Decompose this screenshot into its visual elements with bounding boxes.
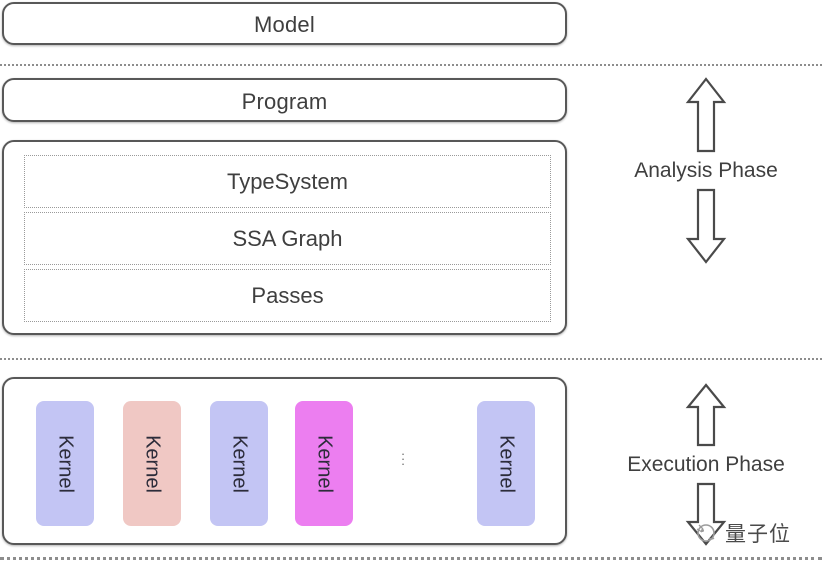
execution-up-arrow-wrap [590, 382, 822, 448]
kernel-label-2: Kernel [141, 434, 164, 493]
kernel-label-3: Kernel [228, 434, 251, 493]
ssa-graph-component-label: SSA Graph [232, 226, 343, 251]
kernel-box-3: Kernel [210, 401, 268, 526]
program-layer-box: Program [2, 78, 567, 122]
analysis-phase-label: Analysis Phase [634, 159, 778, 182]
execution-container-box: Kernel Kernel Kernel Kernel · · · Kernel [2, 377, 567, 545]
analysis-phase-group: Analysis Phase [590, 76, 822, 265]
typesystem-component-box: TypeSystem [24, 155, 551, 208]
ssa-graph-component-box: SSA Graph [24, 212, 551, 265]
kernel-box-5: Kernel [477, 401, 535, 526]
kernel-box-4: Kernel [295, 401, 353, 526]
kernel-label-5: Kernel [495, 434, 518, 493]
kernel-label-4: Kernel [313, 434, 336, 493]
kernel-ellipsis: · · · [396, 447, 410, 471]
analysis-up-arrow-wrap [590, 76, 822, 154]
passes-component-label: Passes [251, 283, 324, 308]
model-layer-box: Model [2, 2, 567, 45]
arrow-up-icon [685, 77, 727, 153]
phase-divider-bottom [0, 557, 822, 560]
ir-container-box: TypeSystem SSA Graph Passes [2, 140, 567, 335]
kernel-box-1: Kernel [36, 401, 94, 526]
ellipsis-dot-3: · [400, 456, 406, 471]
passes-component-box: Passes [24, 269, 551, 322]
model-layer-label: Model [254, 12, 315, 37]
typesystem-component-label: TypeSystem [226, 169, 349, 194]
phase-divider-middle [0, 358, 822, 360]
qbitai-logo-icon [696, 524, 715, 542]
phase-divider-top [0, 64, 822, 66]
watermark-text: 量子位 [725, 522, 791, 546]
analysis-down-arrow-wrap [590, 187, 822, 265]
kernel-label-1: Kernel [54, 434, 77, 493]
execution-phase-label: Execution Phase [627, 453, 785, 476]
arrow-down-icon [685, 188, 727, 264]
watermark: 量子位 [694, 518, 791, 548]
arrow-up-icon [685, 383, 727, 447]
program-layer-label: Program [241, 89, 328, 114]
kernel-box-2: Kernel [123, 401, 181, 526]
